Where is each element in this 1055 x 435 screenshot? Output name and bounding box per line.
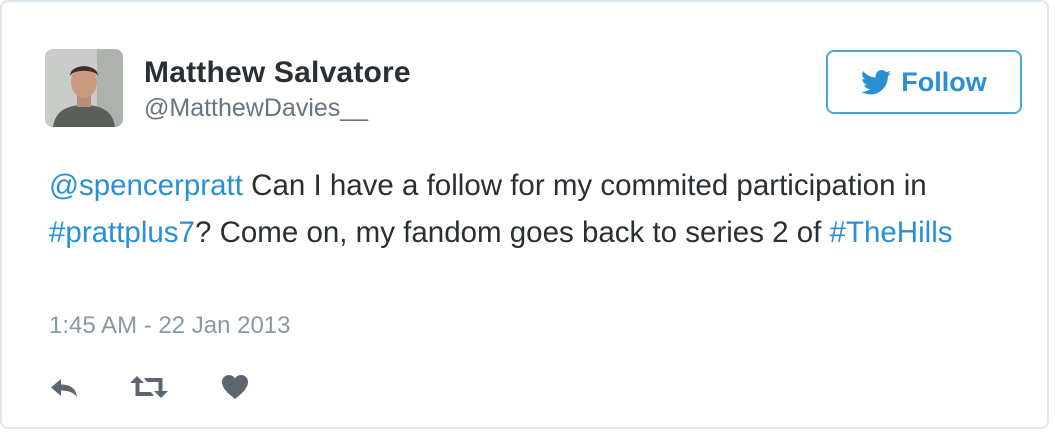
author-name[interactable]: Matthew Salvatore [144,56,411,90]
like-icon[interactable] [221,374,249,400]
follow-button[interactable]: Follow [826,50,1022,114]
tweet-timestamp[interactable]: 1:45 AM - 22 Jan 2013 [49,312,291,340]
hashtag-link[interactable]: #TheHills [830,216,953,249]
mention-link[interactable]: @spencerpratt [49,169,243,202]
hashtag-link[interactable]: #prattplus7 [49,216,195,249]
tweet-actions [49,374,249,400]
follow-label: Follow [901,66,987,97]
tweet-card: Matthew Salvatore @MatthewDavies__ Follo… [0,0,1049,429]
author-handle[interactable]: @MatthewDavies__ [144,94,368,123]
avatar[interactable] [45,49,123,127]
reply-icon[interactable] [49,376,79,398]
tweet-text-part: Can I have a follow for my commited part… [242,169,927,202]
tweet-text-part: ? Come on, my fandom goes back to series… [194,216,830,249]
retweet-icon[interactable] [129,375,169,399]
twitter-bird-icon [861,69,892,94]
tweet-text: @spencerpratt Can I have a follow for my… [49,162,1009,256]
